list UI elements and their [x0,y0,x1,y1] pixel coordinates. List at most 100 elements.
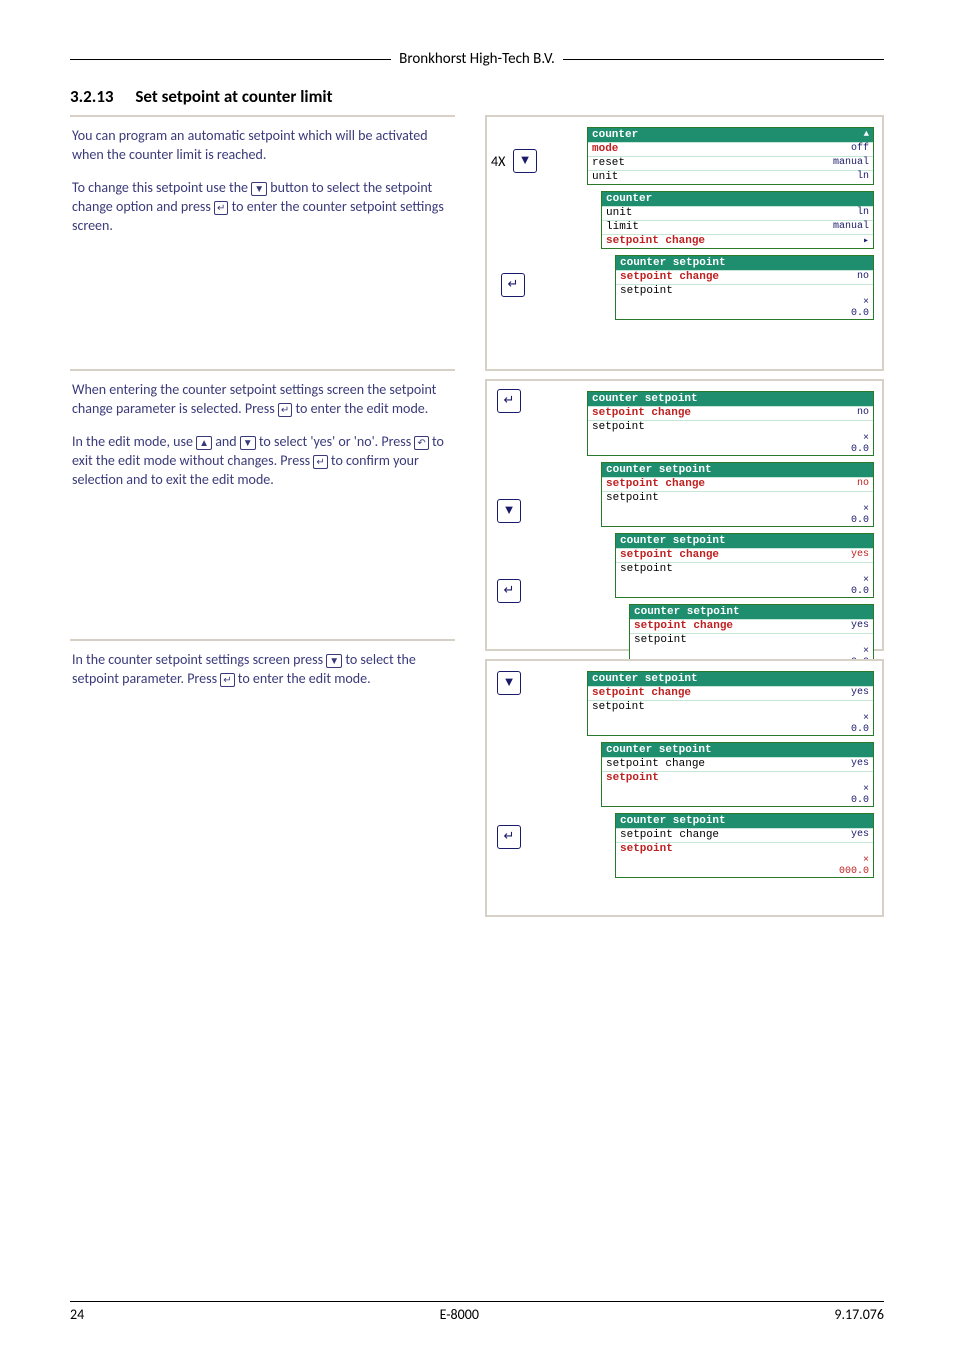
lcd-row-value: ln [819,207,869,218]
enter-key-icon: ↵ [497,579,521,603]
lcd-row-label: setpoint [606,772,869,784]
lcd-row-value: yes [819,549,869,560]
lcd-row-value: no [819,407,869,418]
lcd-row-value: yes [819,758,869,769]
lcd-row-label: setpoint [592,421,869,433]
lcd-screen: counterunitlnlimitmanualsetpoint change▸ [601,191,874,249]
lcd-row: setpoint×000.0 [616,842,873,877]
page: Bronkhorst High-Tech B.V. 3.2.13 Set set… [0,0,954,1351]
lcd-row-label: setpoint [620,285,869,297]
lcd-row: setpoint×0.0 [602,771,873,806]
lcd-row-value: ×0.0 [819,575,869,597]
down-icon: ▼ [326,654,342,668]
lcd-row-label: setpoint change [592,687,691,699]
down-icon: ▼ [240,436,256,450]
para: You can program an automatic setpoint wh… [72,127,447,165]
lcd-title: counter setpoint [602,743,873,757]
lcd-row-value: ▸ [819,235,869,247]
lcd-row: setpoint changeyes [616,548,873,562]
lcd-row-label: setpoint [620,563,869,575]
lcd-screen: counter setpointsetpoint changenosetpoin… [587,391,874,456]
lcd-row: setpoint×0.0 [616,284,873,319]
lcd-title: counter setpoint [616,534,873,548]
lcd-row-label: setpoint change [634,620,733,632]
lcd-title: counter setpoint [588,392,873,406]
page-footer: 24 E-8000 9.17.076 [70,1301,884,1323]
lcd-row: setpoint×0.0 [616,562,873,597]
lcd-row: setpoint×0.0 [602,491,873,526]
lcd-row: unitln [588,170,873,184]
four-x-label: 4X [491,153,505,170]
lcd-row: setpoint change no [602,477,873,491]
lcd-screen: counter setpointsetpoint changeyessetpoi… [601,742,874,807]
lcd-row: setpoint change yes [588,686,873,700]
down-icon: ▼ [251,182,267,196]
lcd-title: counter setpoint [616,256,873,270]
lcd-title: counter setpoint [616,814,873,828]
enter-icon: ↵ [214,201,228,215]
figure-1: 4X ▼ ↵ counter▲modeoffresetmanualunitlnc… [485,115,884,371]
lcd-row-label: mode [592,143,618,155]
section-number: 3.2.13 [70,86,114,107]
lcd-screen: counter setpointsetpoint changeyessetpoi… [615,533,874,598]
doc-name: E-8000 [440,1306,479,1323]
left-column: You can program an automatic setpoint wh… [70,115,455,925]
lcd-row: resetmanual [588,156,873,170]
section-heading: 3.2.13 Set setpoint at counter limit [70,86,884,107]
lcd-row-label: setpoint [592,701,869,713]
lcd-row-label: setpoint change [606,478,705,490]
lcd-row-value: ×0.0 [819,713,869,735]
lcd-row-value: ×0.0 [819,784,869,806]
lcd-row: limitmanual [602,220,873,234]
lcd-row-value: yes [819,620,869,631]
enter-key-icon: ↵ [501,273,525,297]
down-key-icon: ▼ [513,149,537,173]
instruction-block-1: You can program an automatic setpoint wh… [70,115,455,369]
lcd-row-value: yes [819,687,869,698]
lcd-row: unitln [602,206,873,220]
lcd-row: setpoint changeyes [616,828,873,842]
para: To change this setpoint use the ▼ button… [72,179,447,236]
lcd-title: counter setpoint [602,463,873,477]
lcd-row: setpoint change no [588,406,873,420]
lcd-screen: counter setpointsetpoint changeyessetpoi… [615,813,874,878]
lcd-row-value: ×0.0 [819,433,869,455]
header-rule: Bronkhorst High-Tech B.V. [70,50,884,68]
lcd-row-value: ×0.0 [819,297,869,319]
lcd-row: setpoint×0.0 [588,700,873,735]
down-key-icon: ▼ [497,499,521,523]
lcd-screen: counter▲mode off resetmanualunitln [587,127,874,185]
lcd-row-label: setpoint change [606,758,705,770]
lcd-row-label: setpoint [606,492,869,504]
lcd-row-value: no [819,478,869,489]
lcd-row-value: manual [819,157,869,168]
para: In the edit mode, use ▲ and ▼ to select … [72,433,447,490]
section-title: Set setpoint at counter limit [135,86,332,107]
lcd-title: counter▲ [588,128,873,142]
enter-icon: ↵ [313,455,327,469]
lcd-row-label: setpoint [620,843,869,855]
lcd-row-value: off [819,143,869,154]
instruction-block-3: In the counter setpoint settings screen … [70,639,455,899]
figure-3: ▼ ↵ counter setpointsetpoint changeyesse… [485,659,884,917]
lcd-row: mode off [588,142,873,156]
lcd-row: setpoint change yes [602,757,873,771]
lcd-title: counter setpoint [630,605,873,619]
lcd-row-value: no [819,271,869,282]
lcd-row-value: manual [819,221,869,232]
lcd-row: setpoint×0.0 [588,420,873,455]
para: In the counter setpoint settings screen … [72,651,447,689]
enter-icon: ↵ [278,403,292,417]
lcd-row-label: setpoint change [620,271,719,283]
lcd-row-label: setpoint change [606,235,705,247]
up-icon: ▲ [196,436,212,450]
lcd-screen: counter setpointsetpoint changenosetpoin… [601,462,874,527]
page-number: 24 [70,1306,84,1323]
figure-2: ↵ ▼ ↵ counter setpointsetpoint changenos… [485,379,884,651]
instruction-block-2: When entering the counter setpoint setti… [70,369,455,639]
undo-icon: ↶ [414,436,428,450]
enter-key-icon: ↵ [497,389,521,413]
lcd-row-label: unit [592,171,618,183]
lcd-row-label: setpoint change [592,407,691,419]
lcd-row-value: yes [819,829,869,840]
